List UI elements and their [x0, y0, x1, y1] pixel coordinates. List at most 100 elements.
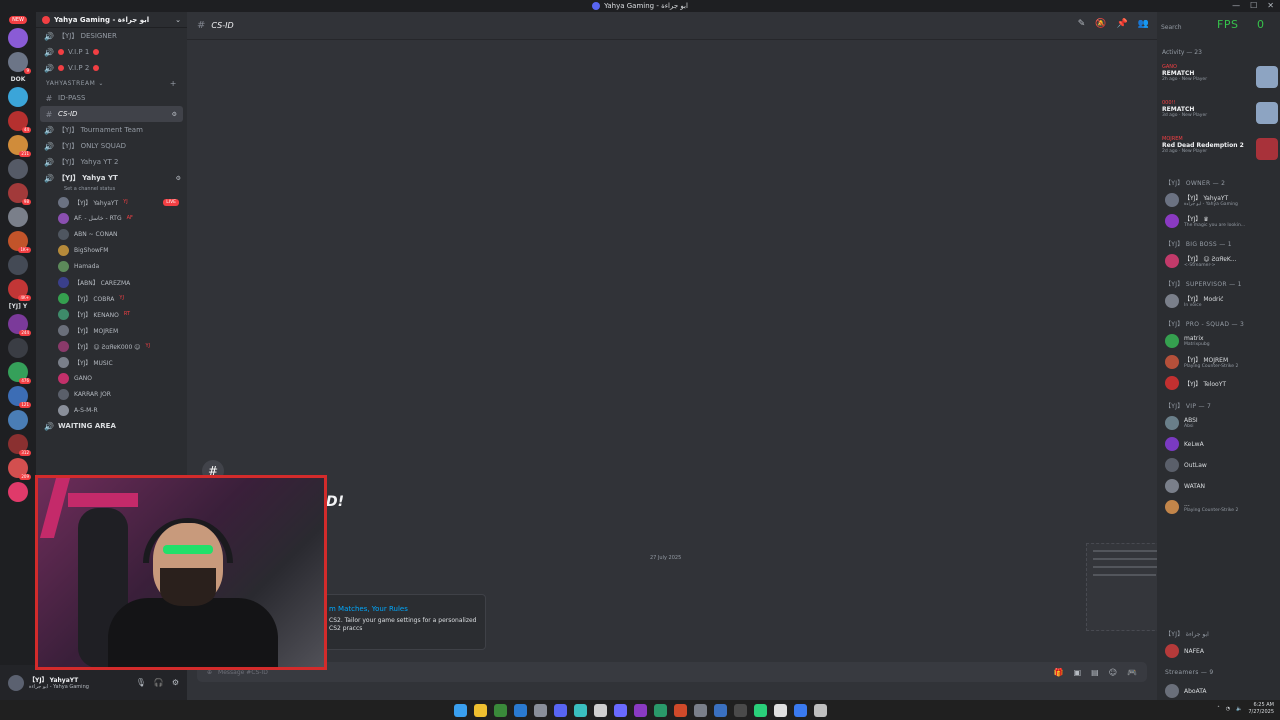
voice-user[interactable]: A-S-M-R [36, 402, 187, 418]
message-input[interactable]: ⊕ Message #CS-ID 🎁 ▣ ▤ ☺ 🎮 [197, 662, 1147, 682]
member-row[interactable]: OutLaw [1165, 456, 1279, 474]
member-row[interactable]: WATAN [1165, 477, 1279, 495]
server-icon[interactable]: 244 [8, 314, 31, 336]
pin-icon[interactable]: 📌 [1117, 19, 1128, 29]
server-icon[interactable]: 1K+ [8, 231, 31, 253]
server-icon[interactable] [8, 255, 28, 275]
server-icon[interactable]: 44 [8, 111, 31, 133]
activity-card[interactable]: GANO REMATCH 2h ago · New Player [1162, 64, 1278, 96]
server-text-icon[interactable]: DOK [11, 76, 26, 83]
gift-icon[interactable]: 🎁 [1054, 668, 1064, 677]
text-channel-cs-id[interactable]: # CS-ID ⚙ [40, 106, 183, 122]
server-icon[interactable] [8, 482, 28, 502]
server-icon[interactable] [8, 28, 28, 48]
add-channel-icon[interactable]: + [170, 79, 177, 88]
server-icon[interactable]: 121 [8, 386, 31, 408]
server-icon[interactable] [8, 159, 28, 179]
taskbar-app-icon[interactable] [733, 703, 747, 717]
chevron-down-icon[interactable]: ⌄ [175, 16, 181, 24]
headphones-icon[interactable]: 🎧 [154, 678, 164, 687]
category-yahyastream[interactable]: YAHYASTREAM ⌄ + [36, 76, 187, 90]
server-icon[interactable]: 312 [8, 434, 31, 456]
server-icon[interactable] [8, 87, 28, 107]
member-row[interactable]: 【YJ】 YahyaYT ابو جراءة - Yahya Gaming [1165, 191, 1279, 209]
server-icon[interactable]: 211 [8, 135, 31, 157]
taskbar-app-icon[interactable] [753, 703, 767, 717]
member-row[interactable]: ... Playing Counter-Strike 2 [1165, 498, 1279, 516]
avatar[interactable] [8, 674, 24, 691]
voice-user[interactable]: 【YJ】 MOJREM [36, 322, 187, 338]
taskbar-app-icon[interactable] [473, 703, 487, 717]
member-row[interactable]: 【YJ】 TelooYT [1165, 374, 1279, 392]
maximize-button[interactable]: ☐ [1250, 1, 1257, 10]
voice-channel-waiting-area[interactable]: 🔊 WAITING AREA [36, 418, 187, 434]
sticker-icon[interactable]: ▤ [1091, 668, 1099, 677]
wifi-icon[interactable]: ◔ [1226, 706, 1230, 712]
voice-channel-only-squad[interactable]: 🔊 【YJ】 ONLY SQUAD [36, 138, 187, 154]
minimize-button[interactable]: — [1232, 1, 1240, 10]
set-channel-status[interactable]: Set a channel status [36, 186, 187, 194]
server-icon[interactable] [8, 207, 28, 227]
promo-title[interactable]: m Matches, Your Rules [329, 605, 481, 613]
voice-user[interactable]: 【YJ】 MUSIC [36, 354, 187, 370]
voice-channel-yahya-yt[interactable]: 🔊 【YJ】 Yahya YT ⚙ [36, 170, 187, 186]
promo-card[interactable]: m Matches, Your Rules CS2. Tailor your g… [324, 594, 486, 650]
taskbar-app-icon[interactable] [773, 703, 787, 717]
server-icon[interactable] [8, 410, 28, 430]
members-icon[interactable]: 👥 [1138, 19, 1149, 29]
member-row[interactable]: ABSI Absi [1165, 414, 1279, 432]
threads-icon[interactable]: ✎ [1078, 19, 1086, 29]
voice-user[interactable]: 【ABN】 CAREZMA [36, 274, 187, 290]
voice-user[interactable]: 【YJ】 COBRA YJ [36, 290, 187, 306]
taskbar-app-icon[interactable] [613, 703, 627, 717]
taskbar-app-icon[interactable] [693, 703, 707, 717]
activity-card[interactable]: MOJREM Red Dead Redemption 2 2d ago · New … [1162, 136, 1278, 168]
guild-header[interactable]: Yahya Gaming - ابو جراءة ⌄ [36, 12, 187, 28]
member-row[interactable]: matrix Matrixpubg [1165, 332, 1279, 350]
taskbar-app-icon[interactable] [813, 703, 827, 717]
voice-user[interactable]: 【YJ】 KENANO RT [36, 306, 187, 322]
taskbar-app-icon[interactable] [793, 703, 807, 717]
taskbar-app-icon[interactable] [673, 703, 687, 717]
channel-settings-icons[interactable]: ⚙ [172, 111, 177, 118]
apps-icon[interactable]: 🎮 [1127, 668, 1137, 677]
voice-channel-vip2[interactable]: 🔊 V.I.P 2 [36, 60, 187, 76]
gear-icon[interactable]: ⚙ [172, 678, 179, 687]
server-text-icon[interactable]: [YJ] Y [9, 303, 28, 310]
voice-user[interactable]: BigShowFM [36, 242, 187, 258]
taskbar-app-icon[interactable] [533, 703, 547, 717]
voice-channel-yahya-yt2[interactable]: 🔊 【YJ】 Yahya YT 2 [36, 154, 187, 170]
voice-user[interactable]: Hamada [36, 258, 187, 274]
server-icon[interactable] [8, 338, 28, 358]
member-row[interactable]: 【YJ】 ♛ The magic you are lookin... [1165, 212, 1279, 230]
volume-icon[interactable]: 🔈 [1236, 706, 1242, 712]
taskbar-app-icon[interactable] [573, 703, 587, 717]
voice-channel-tournament[interactable]: 🔊 【YJ】 Tournament Team [36, 122, 187, 138]
member-row[interactable]: KeLwA [1165, 435, 1279, 453]
taskbar-app-icon[interactable] [593, 703, 607, 717]
voice-channel-designer[interactable]: 🔊 【YJ】 DESIGNER [36, 28, 187, 44]
search-input[interactable]: Search [1161, 20, 1216, 34]
taskbar-app-icon[interactable] [513, 703, 527, 717]
notification-bell-icon[interactable]: 🔕 [1095, 19, 1106, 29]
close-button[interactable]: ✕ [1267, 1, 1274, 10]
chevron-up-icon[interactable]: ˄ [1217, 706, 1220, 712]
clock[interactable]: 6:25 AM 7/27/2025 [1248, 702, 1274, 716]
server-icon[interactable]: 4K+ [8, 279, 31, 301]
member-row[interactable]: AboATA [1165, 682, 1279, 700]
voice-user[interactable]: 【YJ】 ☺ ƧɑЯɐK000 ☺ YJ [36, 338, 187, 354]
gif-icon[interactable]: ▣ [1074, 668, 1082, 677]
channel-settings-icons[interactable]: ⚙ [176, 175, 181, 182]
voice-user[interactable]: GANO [36, 370, 187, 386]
taskbar-app-icon[interactable] [493, 703, 507, 717]
taskbar-app-icon[interactable] [653, 703, 667, 717]
voice-user[interactable]: 【YJ】 YahyaYT YJ LIVE [36, 194, 187, 210]
emoji-icon[interactable]: ☺ [1109, 668, 1117, 677]
voice-user[interactable]: ABN ~ CONAN [36, 226, 187, 242]
text-channel-id-pass[interactable]: # ID-PASS [36, 90, 187, 106]
activity-card[interactable]: 000!! REMATCH 3d ago · New Player [1162, 100, 1278, 132]
member-row[interactable]: 【YJ】 MOJREM Playing Counter-Strike 2 [1165, 353, 1279, 371]
voice-channel-vip1[interactable]: 🔊 V.I.P 1 [36, 44, 187, 60]
voice-user[interactable]: AF. - خاسل - RTG AF [36, 210, 187, 226]
server-icon[interactable]: 476 [8, 362, 31, 384]
